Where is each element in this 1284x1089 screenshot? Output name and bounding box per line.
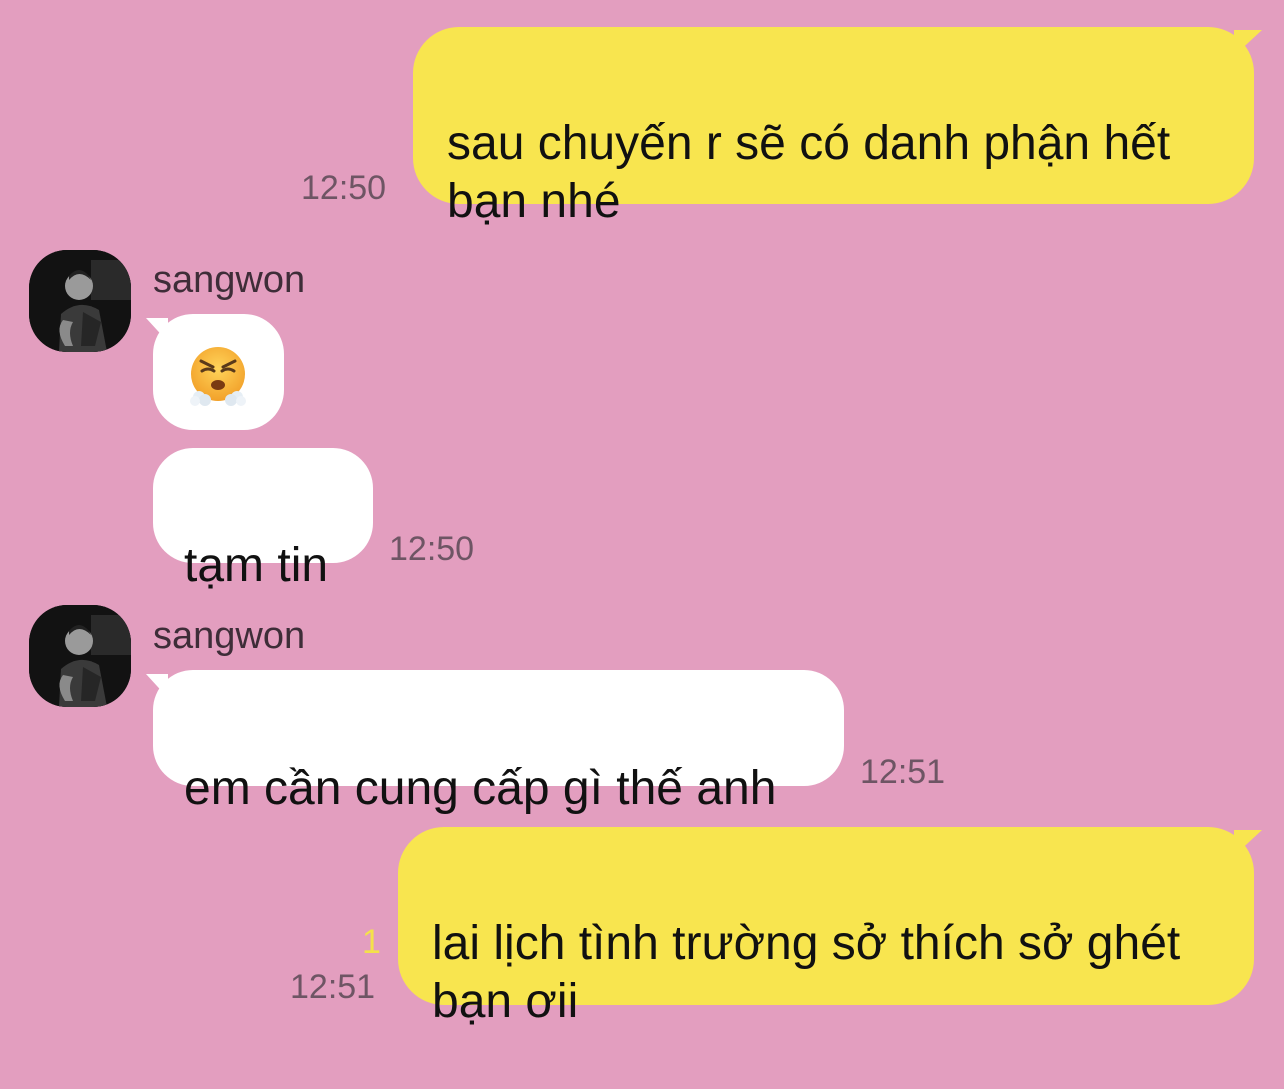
message-timestamp: 12:51 <box>860 753 946 791</box>
sender-name[interactable]: sangwon <box>153 614 305 658</box>
message-text: tạm tin <box>184 539 329 592</box>
incoming-message-bubble[interactable]: tạm tin <box>153 448 373 592</box>
unread-count-badge: 1 <box>362 923 381 961</box>
outgoing-message-bubble[interactable]: sau chuyến r sẽ có danh phận hết bạn nhé <box>413 27 1254 228</box>
message-timestamp: 12:51 <box>290 968 376 1006</box>
message-text: lai lịch tình trường sở thích sở ghét bạ… <box>432 917 1181 1028</box>
face-with-steam-from-nose-icon <box>190 347 246 406</box>
incoming-message-bubble[interactable]: em cần cung cấp gì thế anh <box>153 670 844 815</box>
avatar[interactable] <box>29 605 131 707</box>
avatar[interactable] <box>29 250 131 352</box>
avatar-photo-icon <box>29 605 131 707</box>
message-text: sau chuyến r sẽ có danh phận hết bạn nhé <box>447 117 1171 228</box>
message-text: em cần cung cấp gì thế anh <box>184 762 777 815</box>
incoming-emoji-bubble[interactable] <box>153 314 284 430</box>
message-timestamp: 12:50 <box>389 530 475 568</box>
message-timestamp: 12:50 <box>301 169 387 207</box>
sender-name[interactable]: sangwon <box>153 258 305 302</box>
outgoing-message-bubble[interactable]: lai lịch tình trường sở thích sở ghét bạ… <box>398 827 1254 1028</box>
avatar-photo-icon <box>29 250 131 352</box>
